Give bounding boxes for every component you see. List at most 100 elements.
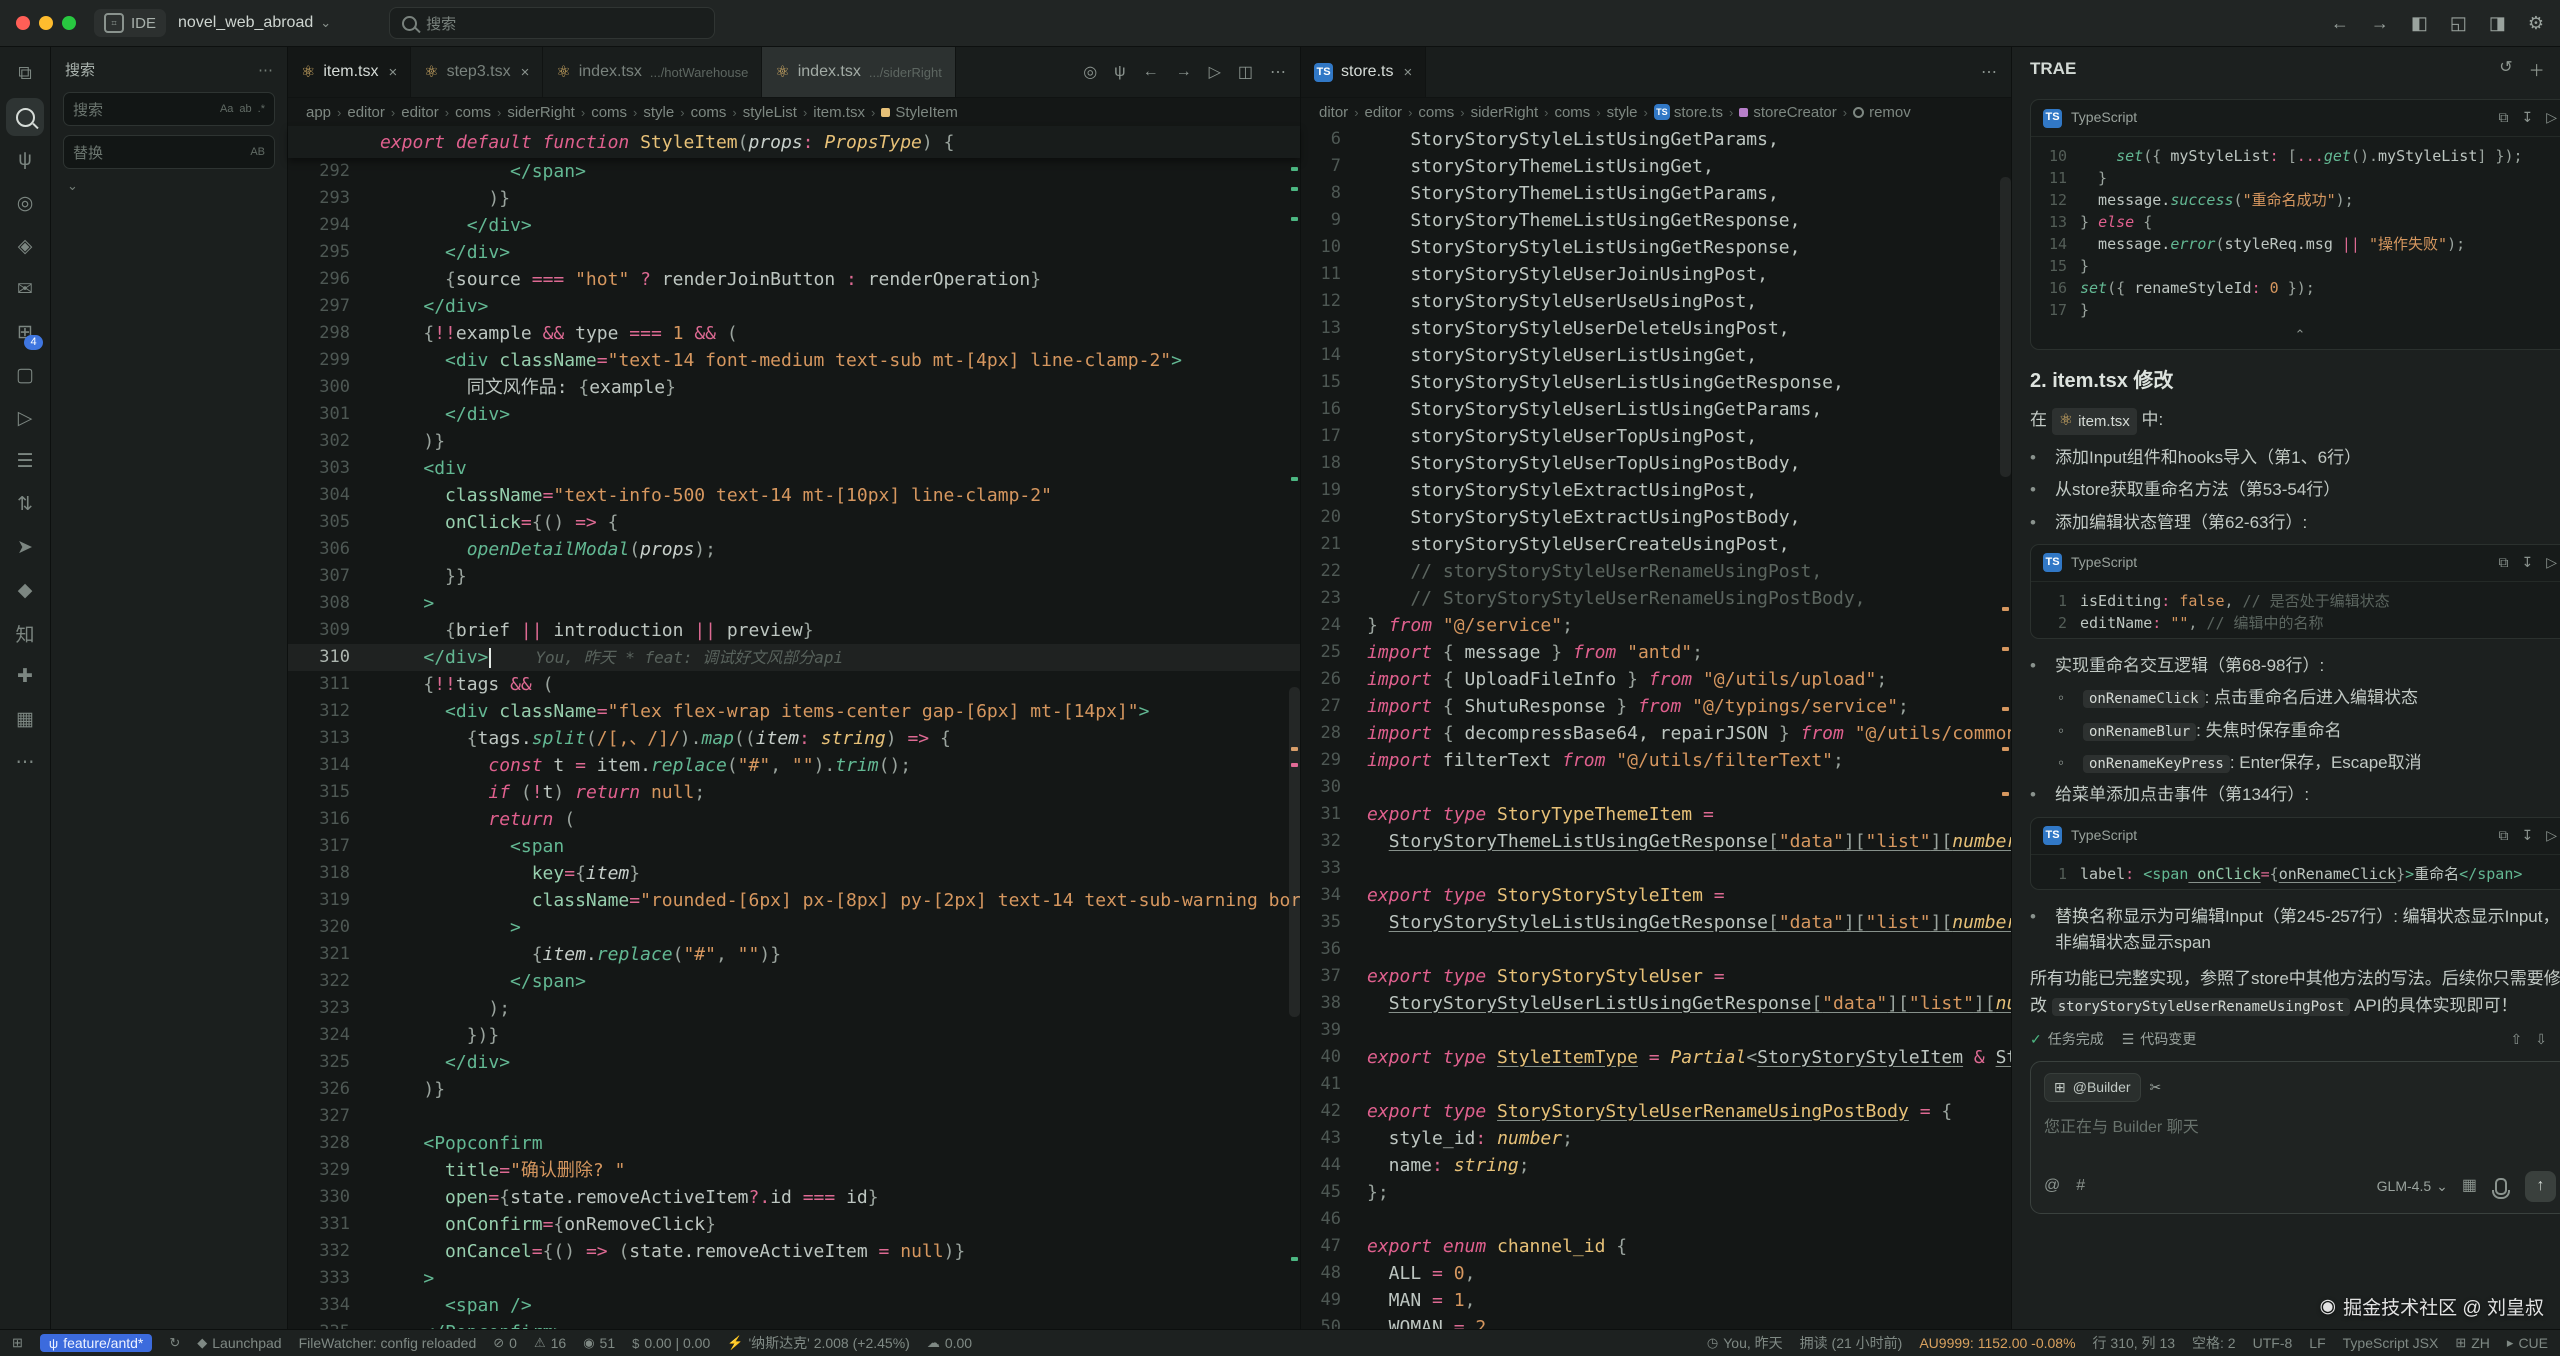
code-line-294[interactable]: 294 </div> <box>288 212 1300 239</box>
code-line-312[interactable]: 312 <div className="flex flex-wrap items… <box>288 698 1300 725</box>
code-line-12[interactable]: 12 storyStoryStyleUserUseUsingPost, <box>1301 288 2011 315</box>
code-line-301[interactable]: 301 </div> <box>288 401 1300 428</box>
code-line-27[interactable]: 27import { ShutuResponse } from "@/typin… <box>1301 693 2011 720</box>
code-line-326[interactable]: 326 )} <box>288 1076 1300 1103</box>
status-indentation[interactable]: 空格: 2 <box>2192 1333 2236 1353</box>
apply-code-icon[interactable]: ▷ <box>2546 107 2557 129</box>
status-stock-ticker[interactable]: ⚡'纳斯达克' 2.008 (+2.45%) <box>727 1333 910 1353</box>
status-git-blame[interactable]: ◷You, 昨天 <box>1707 1333 1783 1353</box>
code-line-25[interactable]: 25import { message } from "antd"; <box>1301 639 2011 666</box>
status-file-watcher[interactable]: FileWatcher: config reloaded <box>299 1335 477 1351</box>
breadcrumb-item-ditor[interactable]: ditor <box>1319 104 1348 121</box>
code-line-29[interactable]: 29import filterText from "@/utils/filter… <box>1301 747 2011 774</box>
compare-editors-icon[interactable]: ◎ <box>1083 62 1097 82</box>
vote-down-icon[interactable]: ⇩ <box>2535 1029 2547 1051</box>
code-line-305[interactable]: 305 onClick={() => { <box>288 509 1300 536</box>
builder-context-chip[interactable]: ⊞ @Builder <box>2044 1073 2141 1103</box>
nav-back-icon[interactable]: ← <box>2331 13 2349 34</box>
close-tab-icon[interactable]: × <box>521 64 530 81</box>
code-line-43[interactable]: 43 style_id: number; <box>1301 1125 2011 1152</box>
breadcrumb-item-siderRight[interactable]: siderRight <box>1471 104 1539 121</box>
code-line-293[interactable]: 293 )} <box>288 185 1300 212</box>
code-line-308[interactable]: 308 > <box>288 590 1300 617</box>
toggle-left-panel-icon[interactable]: ◧ <box>2411 13 2428 34</box>
code-line-24[interactable]: 24} from "@/service"; <box>1301 612 2011 639</box>
code-changes-link[interactable]: ☰ 代码变更 <box>2122 1029 2197 1051</box>
breadcrumb-item-coms[interactable]: coms <box>1418 104 1454 121</box>
chat-input-placeholder[interactable]: 您正在与 Builder 聊天 <box>2044 1116 2556 1141</box>
code-line-334[interactable]: 334 <span /> <box>288 1292 1300 1319</box>
status-apps[interactable]: ⊞ <box>12 1335 23 1351</box>
code-line-322[interactable]: 322 </span> <box>288 968 1300 995</box>
run-file-icon[interactable]: ▷ <box>1209 62 1221 82</box>
code-line-7[interactable]: 7 storyStoryThemeListUsingGet, <box>1301 153 2011 180</box>
insert-code-icon[interactable]: ↧ <box>2521 825 2533 847</box>
toggle-bottom-panel-icon[interactable]: ◱ <box>2450 13 2467 34</box>
code-line-13[interactable]: 13 storyStoryStyleUserDeleteUsingPost, <box>1301 315 2011 342</box>
code-line-329[interactable]: 329 title="确认删除? " <box>288 1157 1300 1184</box>
code-line-333[interactable]: 333 > <box>288 1265 1300 1292</box>
search-option-Aa[interactable]: Aa <box>220 103 233 115</box>
copy-code-icon[interactable]: ⧉ <box>2498 825 2508 847</box>
mic-icon[interactable] <box>2495 1178 2507 1195</box>
global-search-input[interactable]: 搜索 <box>389 7 715 39</box>
code-line-42[interactable]: 42export type StoryStoryStyleUserRenameU… <box>1301 1098 2011 1125</box>
code-line-303[interactable]: 303 <div <box>288 455 1300 482</box>
code-line-17[interactable]: 17 storyStoryStyleUserTopUsingPost, <box>1301 423 2011 450</box>
split-editor-icon[interactable]: ◫ <box>1238 62 1253 82</box>
mention-icon[interactable]: @ <box>2044 1174 2060 1199</box>
code-line-32[interactable]: 32 StoryStoryThemeListUsingGetResponse["… <box>1301 828 2011 855</box>
code-line-37[interactable]: 37export type StoryStoryStyleUser = <box>1301 963 2011 990</box>
zhi-plugin-icon[interactable]: 知 <box>6 614 44 652</box>
sticky-scroll-line[interactable]: export default function StyleItem(props:… <box>288 126 1300 158</box>
code-line-325[interactable]: 325 </div> <box>288 1049 1300 1076</box>
code-line-9[interactable]: 9 StoryStoryThemeListUsingGetResponse, <box>1301 207 2011 234</box>
extensions-icon[interactable]: ⊞4 <box>6 313 44 351</box>
breadcrumb-item-remov[interactable]: remov <box>1853 104 1911 121</box>
send-button[interactable]: ↑ <box>2525 1171 2556 1202</box>
package-icon[interactable]: ▦ <box>6 700 44 738</box>
code-line-39[interactable]: 39 <box>1301 1017 2011 1044</box>
code-line-26[interactable]: 26import { UploadFileInfo } from "@/util… <box>1301 666 2011 693</box>
replace-input[interactable]: 替换 AB <box>63 135 275 169</box>
copy-code-icon[interactable]: ⧉ <box>2498 107 2508 129</box>
code-line-302[interactable]: 302 )} <box>288 428 1300 455</box>
breadcrumb-item-coms[interactable]: coms <box>591 104 627 121</box>
history-icon[interactable]: ↺ <box>2499 57 2512 81</box>
security-icon[interactable]: ◈ <box>6 227 44 265</box>
breadcrumb-item-StyleItem[interactable]: StyleItem <box>881 104 958 121</box>
window-icon[interactable]: ▢ <box>6 356 44 394</box>
code-line-35[interactable]: 35 StoryStoryStyleListUsingGetResponse["… <box>1301 909 2011 936</box>
code-line-300[interactable]: 300 同文风作品: {example} <box>288 374 1300 401</box>
code-line-297[interactable]: 297 </div> <box>288 293 1300 320</box>
code-line-8[interactable]: 8 StoryStoryThemeListUsingGetParams, <box>1301 180 2011 207</box>
tab-index.tsx[interactable]: ⚛index.tsx.../siderRight <box>762 47 955 97</box>
nav-forward-icon[interactable]: → <box>2371 13 2389 34</box>
breadcrumb-item-coms[interactable]: coms <box>1554 104 1590 121</box>
status-cursor-position[interactable]: 行 310, 列 13 <box>2093 1333 2176 1353</box>
more-actions-icon[interactable]: ⋯ <box>1981 62 1997 82</box>
breadcrumb-item-storeCreator[interactable]: storeCreator <box>1739 104 1836 121</box>
code-line-298[interactable]: 298 {!!example && type === 1 && ( <box>288 320 1300 347</box>
search-option-ab[interactable]: ab <box>239 103 251 115</box>
new-chat-icon[interactable]: ＋ <box>2529 57 2545 81</box>
breadcrumb-item-item.tsx[interactable]: item.tsx <box>813 104 865 121</box>
file-chip-item-tsx[interactable]: ⚛item.tsx <box>2052 408 2137 435</box>
code-line-296[interactable]: 296 {source === "hot" ? renderJoinButton… <box>288 266 1300 293</box>
status-language-mode[interactable]: TypeScript JSX <box>2343 1335 2439 1351</box>
code-line-19[interactable]: 19 storyStoryStyleExtractUsingPost, <box>1301 477 2011 504</box>
project-switcher[interactable]: novel_web_abroad ⌄ <box>178 14 331 32</box>
replace-option-AB[interactable]: AB <box>250 146 265 158</box>
nav-forward-icon[interactable]: → <box>1176 63 1192 81</box>
status-warnings[interactable]: ⚠16 <box>534 1335 566 1351</box>
code-line-332[interactable]: 332 onCancel={() => (state.removeActiveI… <box>288 1238 1300 1265</box>
insert-code-icon[interactable]: ↧ <box>2521 107 2533 129</box>
code-line-33[interactable]: 33 <box>1301 855 2011 882</box>
gem-icon[interactable]: ◆ <box>6 571 44 609</box>
breadcrumb-item-editor[interactable]: editor <box>1365 104 1403 121</box>
minimize-window-icon[interactable] <box>39 16 53 30</box>
code-line-14[interactable]: 14 storyStoryStyleUserListUsingGet, <box>1301 342 2011 369</box>
close-window-icon[interactable] <box>16 16 30 30</box>
preview-icon[interactable]: ◎ <box>6 184 44 222</box>
image-upload-icon[interactable]: ▦ <box>2462 1174 2477 1199</box>
